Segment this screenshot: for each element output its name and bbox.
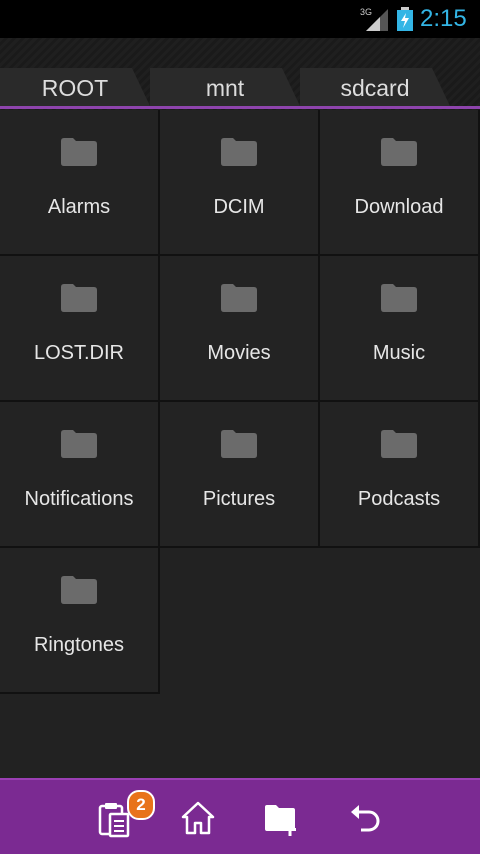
folder-icon (221, 430, 257, 458)
battery-charging-icon (397, 7, 413, 31)
folder-name: Download (354, 196, 444, 218)
signal-icon: 3G (360, 7, 388, 31)
undo-icon[interactable] (346, 798, 386, 838)
network-type-label: 3G (360, 7, 372, 17)
folder-item-lost-dir[interactable]: LOST.DIR (0, 256, 160, 402)
folder-item-pictures[interactable]: Pictures (160, 402, 320, 548)
folder-icon (61, 138, 97, 166)
folder-icon (221, 284, 257, 312)
folder-icon (381, 284, 417, 312)
home-icon[interactable] (178, 798, 218, 838)
folder-icon (381, 430, 417, 458)
folder-item-dcim[interactable]: DCIM (160, 110, 320, 256)
folder-name: LOST.DIR (33, 342, 125, 364)
folder-name: Movies (207, 342, 271, 364)
folder-icon (61, 284, 97, 312)
folder-icon (61, 430, 97, 458)
bottom-action-bar (0, 778, 480, 854)
status-time: 2:15 (420, 5, 467, 32)
folder-name: Notifications (24, 488, 134, 510)
breadcrumb: ROOT mnt sdcard (0, 38, 480, 110)
breadcrumb-item-root[interactable]: ROOT (0, 68, 150, 106)
folder-name: Pictures (202, 488, 276, 510)
folder-item-notifications[interactable]: Notifications (0, 402, 160, 548)
folder-item-music[interactable]: Music (320, 256, 480, 402)
folder-name: Podcasts (357, 488, 441, 510)
folder-add-icon[interactable] (262, 798, 302, 838)
folder-name: DCIM (213, 196, 265, 218)
folder-item-movies[interactable]: Movies (160, 256, 320, 402)
status-bar: 3G 2:15 (0, 0, 480, 38)
breadcrumb-item-mnt[interactable]: mnt (150, 68, 300, 106)
folder-icon (221, 138, 257, 166)
folder-item-podcasts[interactable]: Podcasts (320, 402, 480, 548)
folder-item-alarms[interactable]: Alarms (0, 110, 160, 256)
folder-item-ringtones[interactable]: Ringtones (0, 548, 160, 694)
breadcrumb-item-sdcard[interactable]: sdcard (300, 68, 450, 106)
breadcrumb-divider (0, 106, 480, 109)
folder-name: Ringtones (33, 634, 125, 656)
folder-item-download[interactable]: Download (320, 110, 480, 256)
folder-name: Alarms (47, 196, 111, 218)
folder-icon (61, 576, 97, 604)
clipboard-count-badge: 2 (127, 790, 155, 820)
folder-name: Music (372, 342, 426, 364)
folder-icon (381, 138, 417, 166)
